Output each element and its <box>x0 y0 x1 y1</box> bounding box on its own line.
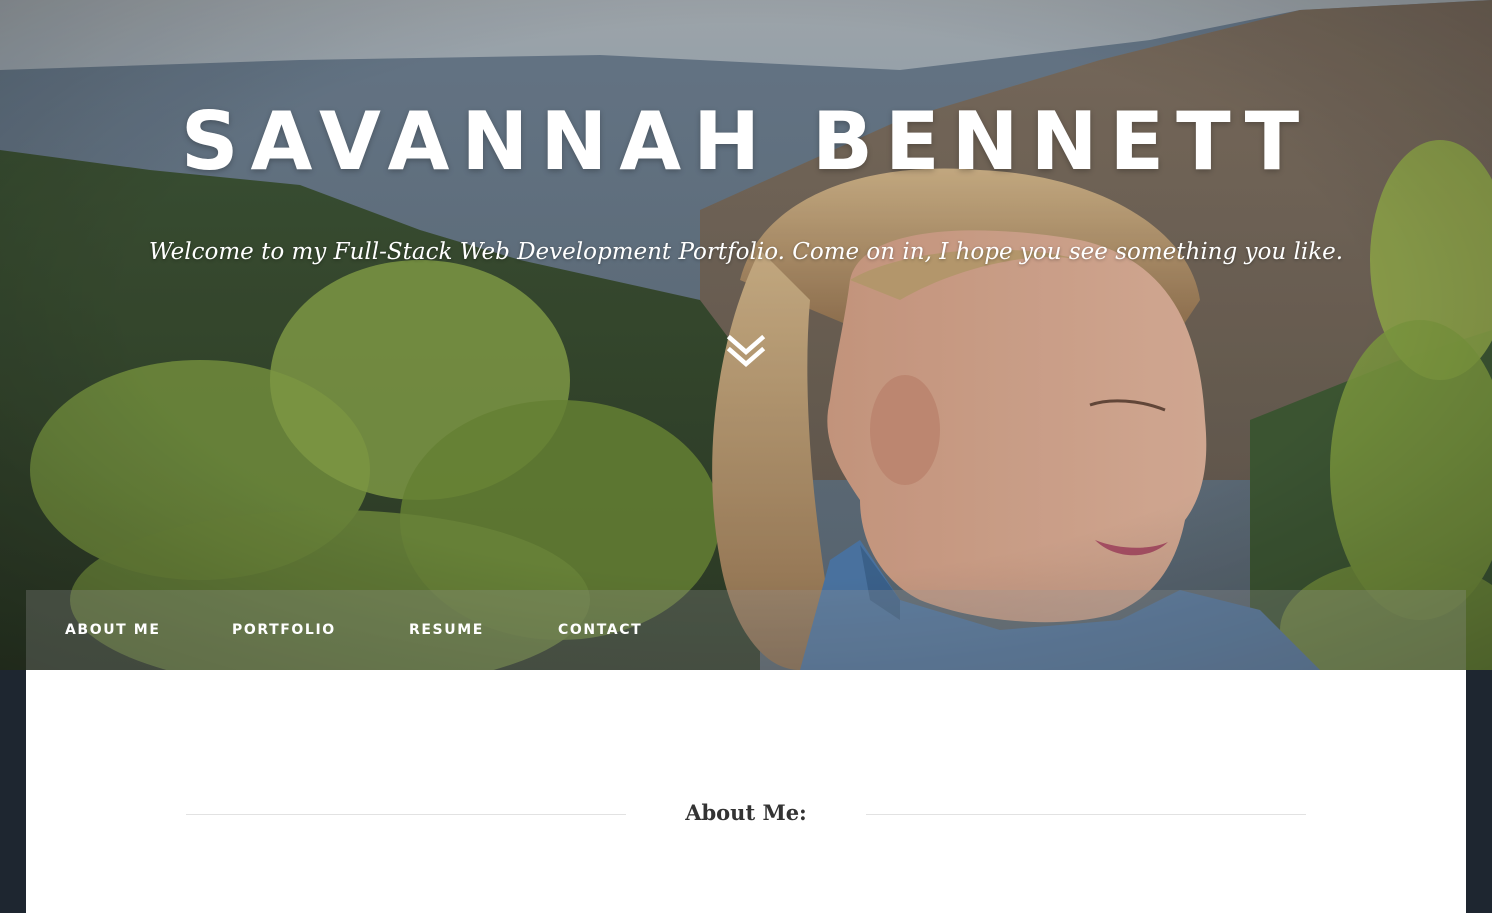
nav-contact[interactable]: CONTACT <box>558 621 642 639</box>
heading-divider-right <box>866 814 1306 815</box>
site-title: SAVANNAH BENNETT <box>180 95 1312 188</box>
chevron-double-down-icon <box>726 334 766 367</box>
nav-about-me[interactable]: ABOUT ME <box>65 621 161 639</box>
nav-resume[interactable]: RESUME <box>409 621 484 639</box>
hero-banner: SAVANNAH BENNETT Welcome to my Full-Stac… <box>0 0 1492 670</box>
about-section: About Me: <box>26 670 1466 913</box>
about-heading: About Me: <box>685 800 807 825</box>
nav-portfolio[interactable]: PORTFOLIO <box>232 621 336 639</box>
scroll-down-button[interactable] <box>726 334 766 370</box>
site-tagline: Welcome to my Full-Stack Web Development… <box>148 239 1344 265</box>
main-navigation: ABOUT ME PORTFOLIO RESUME CONTACT <box>26 590 1466 670</box>
